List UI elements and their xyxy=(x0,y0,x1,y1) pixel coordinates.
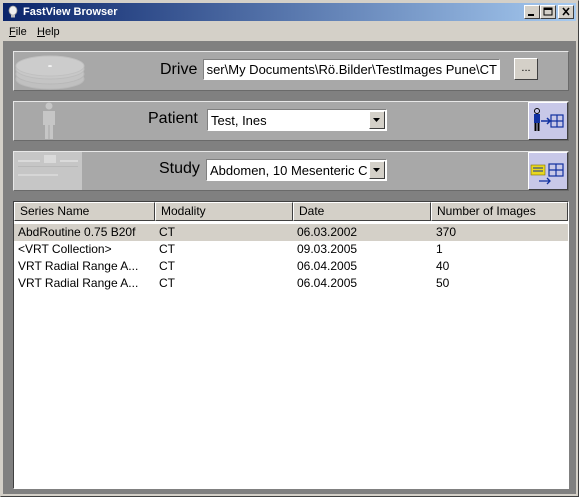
study-document-icon xyxy=(14,152,82,193)
series-name-cell: AbdRoutine 0.75 B20f xyxy=(18,225,136,239)
drive-path-input[interactable] xyxy=(204,60,499,79)
maximize-button[interactable] xyxy=(540,5,556,19)
modality-cell: CT xyxy=(159,225,175,239)
drive-panel: Drive ... xyxy=(13,51,569,91)
menu-file[interactable]: File xyxy=(9,25,27,39)
series-name-cell: <VRT Collection> xyxy=(18,242,112,256)
drive-label: Drive xyxy=(160,61,198,78)
app-window: FastView Browser File Help Drive ser\My … xyxy=(0,0,579,497)
image-count-cell: 50 xyxy=(436,276,450,290)
main-content: Drive ... Patient Test, Ines xyxy=(3,41,576,494)
patient-to-grid-icon xyxy=(534,108,564,131)
table-row[interactable]: AbdRoutine 0.75 B20f CT 06.03.2002 370 xyxy=(14,224,568,241)
column-series-name[interactable]: Series Name xyxy=(14,202,155,221)
patient-panel: Patient Test, Ines xyxy=(13,101,569,141)
study-selected-value: Abdomen, 10 Mesenteric C xyxy=(210,163,368,178)
series-name-cell: VRT Radial Range A... xyxy=(18,259,139,273)
patient-label: Patient xyxy=(148,110,198,127)
browse-drive-button[interactable]: ... xyxy=(514,58,538,80)
study-label: Study xyxy=(159,160,200,177)
table-row[interactable]: VRT Radial Range A... CT 06.04.2005 50 xyxy=(14,275,568,292)
patient-to-grid-button[interactable] xyxy=(528,102,568,140)
column-modality[interactable]: Modality xyxy=(155,202,293,221)
date-cell: 06.04.2005 xyxy=(297,276,358,290)
date-cell: 06.03.2002 xyxy=(297,225,358,239)
patient-selected-value: Test, Ines xyxy=(211,113,267,128)
study-to-grid-button[interactable] xyxy=(528,152,568,190)
menu-bar: File Help xyxy=(3,23,576,41)
patient-dropdown-arrow[interactable] xyxy=(369,111,385,129)
series-name-cell: VRT Radial Range A... xyxy=(18,276,139,290)
study-dropdown-arrow[interactable] xyxy=(369,161,385,179)
modality-cell: CT xyxy=(159,276,175,290)
study-select[interactable]: Abdomen, 10 Mesenteric C xyxy=(206,159,387,181)
table-row[interactable]: VRT Radial Range A... CT 06.04.2005 40 xyxy=(14,258,568,275)
series-list[interactable]: Series Name Modality Date Number of Imag… xyxy=(13,201,569,489)
table-row[interactable]: <VRT Collection> CT 09.03.2005 1 xyxy=(14,241,568,258)
menu-help[interactable]: Help xyxy=(37,25,60,39)
column-date[interactable]: Date xyxy=(293,202,431,221)
patient-select[interactable]: Test, Ines xyxy=(207,109,387,131)
series-list-header: Series Name Modality Date Number of Imag… xyxy=(14,202,568,221)
minimize-button[interactable] xyxy=(524,5,540,19)
person-silhouette-icon xyxy=(38,102,60,143)
date-cell: 09.03.2005 xyxy=(297,242,358,256)
modality-cell: CT xyxy=(159,242,175,256)
window-title: FastView Browser xyxy=(23,6,118,18)
image-count-cell: 370 xyxy=(436,225,457,239)
close-button[interactable] xyxy=(558,5,574,19)
modality-cell: CT xyxy=(159,259,175,273)
drive-path-field[interactable] xyxy=(203,59,500,80)
date-cell: 06.04.2005 xyxy=(297,259,358,273)
image-count-cell: 1 xyxy=(436,242,443,256)
image-count-cell: 40 xyxy=(436,259,450,273)
column-number-of-images[interactable]: Number of Images xyxy=(431,202,568,221)
app-lightbulb-icon xyxy=(6,5,20,19)
title-bar[interactable]: FastView Browser xyxy=(3,3,576,21)
study-panel: Study Abdomen, 10 Mesenteric C xyxy=(13,151,569,191)
study-to-grid-icon xyxy=(530,163,564,185)
disk-stack-icon xyxy=(15,52,85,93)
